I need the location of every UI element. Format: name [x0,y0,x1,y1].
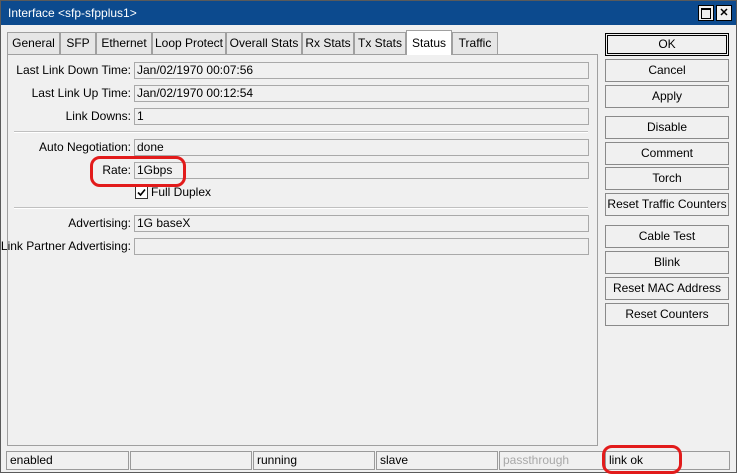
status-bar: enabled running slave passthrough link o… [6,445,733,474]
status-empty [130,451,252,470]
tab-loop-protect[interactable]: Loop Protect [152,32,226,54]
tab-tx-stats[interactable]: Tx Stats [354,32,406,54]
checkmark-icon [137,188,146,197]
disable-button[interactable]: Disable [605,116,729,139]
link-downs-field[interactable]: 1 [134,108,589,125]
tab-general[interactable]: General [7,32,60,54]
status-enabled: enabled [6,451,129,470]
auto-negotiation-label: Auto Negotiation: [38,140,131,154]
auto-negotiation-field[interactable]: done [134,139,589,156]
link-ok-highlight-annotation [602,445,682,474]
status-running: running [253,451,375,470]
title-bar[interactable]: Interface <sfp-sfpplus1> ✕ [1,1,736,25]
close-icon[interactable]: ✕ [716,5,732,21]
last-link-down-time-label: Last Link Down Time: [16,63,131,77]
reset-mac-address-button[interactable]: Reset MAC Address [605,277,729,300]
tab-overall-stats[interactable]: Overall Stats [226,32,302,54]
blink-button[interactable]: Blink [605,251,729,274]
cancel-button[interactable]: Cancel [605,59,729,82]
rate-highlight-annotation [90,156,186,187]
divider [14,131,588,133]
reset-traffic-counters-button[interactable]: Reset Traffic Counters [605,193,729,216]
window-title: Interface <sfp-sfpplus1> [8,6,137,20]
last-link-up-time-label: Last Link Up Time: [31,86,131,100]
tab-ethernet[interactable]: Ethernet [96,32,152,54]
ok-button[interactable]: OK [605,33,729,56]
last-link-down-time-field[interactable]: Jan/02/1970 00:07:56 [134,62,589,79]
last-link-up-time-field[interactable]: Jan/02/1970 00:12:54 [134,85,589,102]
reset-counters-button[interactable]: Reset Counters [605,303,729,326]
torch-button[interactable]: Torch [605,167,729,190]
advertising-label: Advertising: [68,216,131,230]
link-downs-label: Link Downs: [65,109,131,123]
divider [14,207,588,209]
comment-button[interactable]: Comment [605,142,729,165]
tab-rx-stats[interactable]: Rx Stats [302,32,354,54]
cable-test-button[interactable]: Cable Test [605,225,729,248]
full-duplex-checkbox[interactable] [135,186,148,199]
interface-window: Interface <sfp-sfpplus1> ✕ General SFP E… [0,0,737,474]
status-panel: Last Link Down Time: Jan/02/1970 00:07:5… [1,54,598,446]
status-slave: slave [376,451,498,470]
tab-traffic[interactable]: Traffic [452,32,498,54]
tab-status[interactable]: Status [406,30,452,55]
link-partner-advertising-field[interactable] [134,238,589,255]
maximize-icon[interactable] [698,5,714,21]
status-passthrough: passthrough [499,451,604,470]
link-partner-advertising-label: Link Partner Advertising: [0,239,131,253]
rate-field[interactable]: 1Gbps [134,162,589,179]
tab-sfp[interactable]: SFP [60,32,96,54]
advertising-field[interactable]: 1G baseX [134,215,589,232]
apply-button[interactable]: Apply [605,85,729,108]
